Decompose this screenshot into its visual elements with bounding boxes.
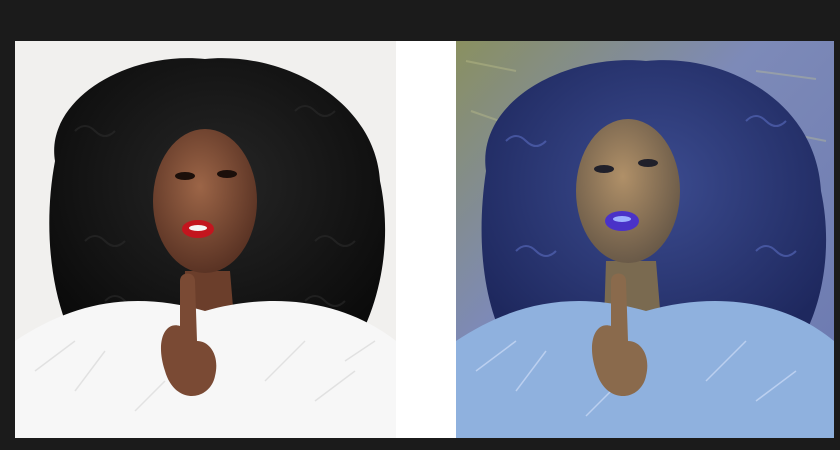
- original-photo-art: [15, 41, 396, 438]
- stylized-painting-art: [456, 41, 834, 438]
- viewer: [0, 0, 840, 450]
- right-border: [834, 41, 840, 438]
- separator-panel: [396, 41, 456, 438]
- original-photo: [15, 41, 396, 438]
- stylized-painting: [456, 41, 834, 438]
